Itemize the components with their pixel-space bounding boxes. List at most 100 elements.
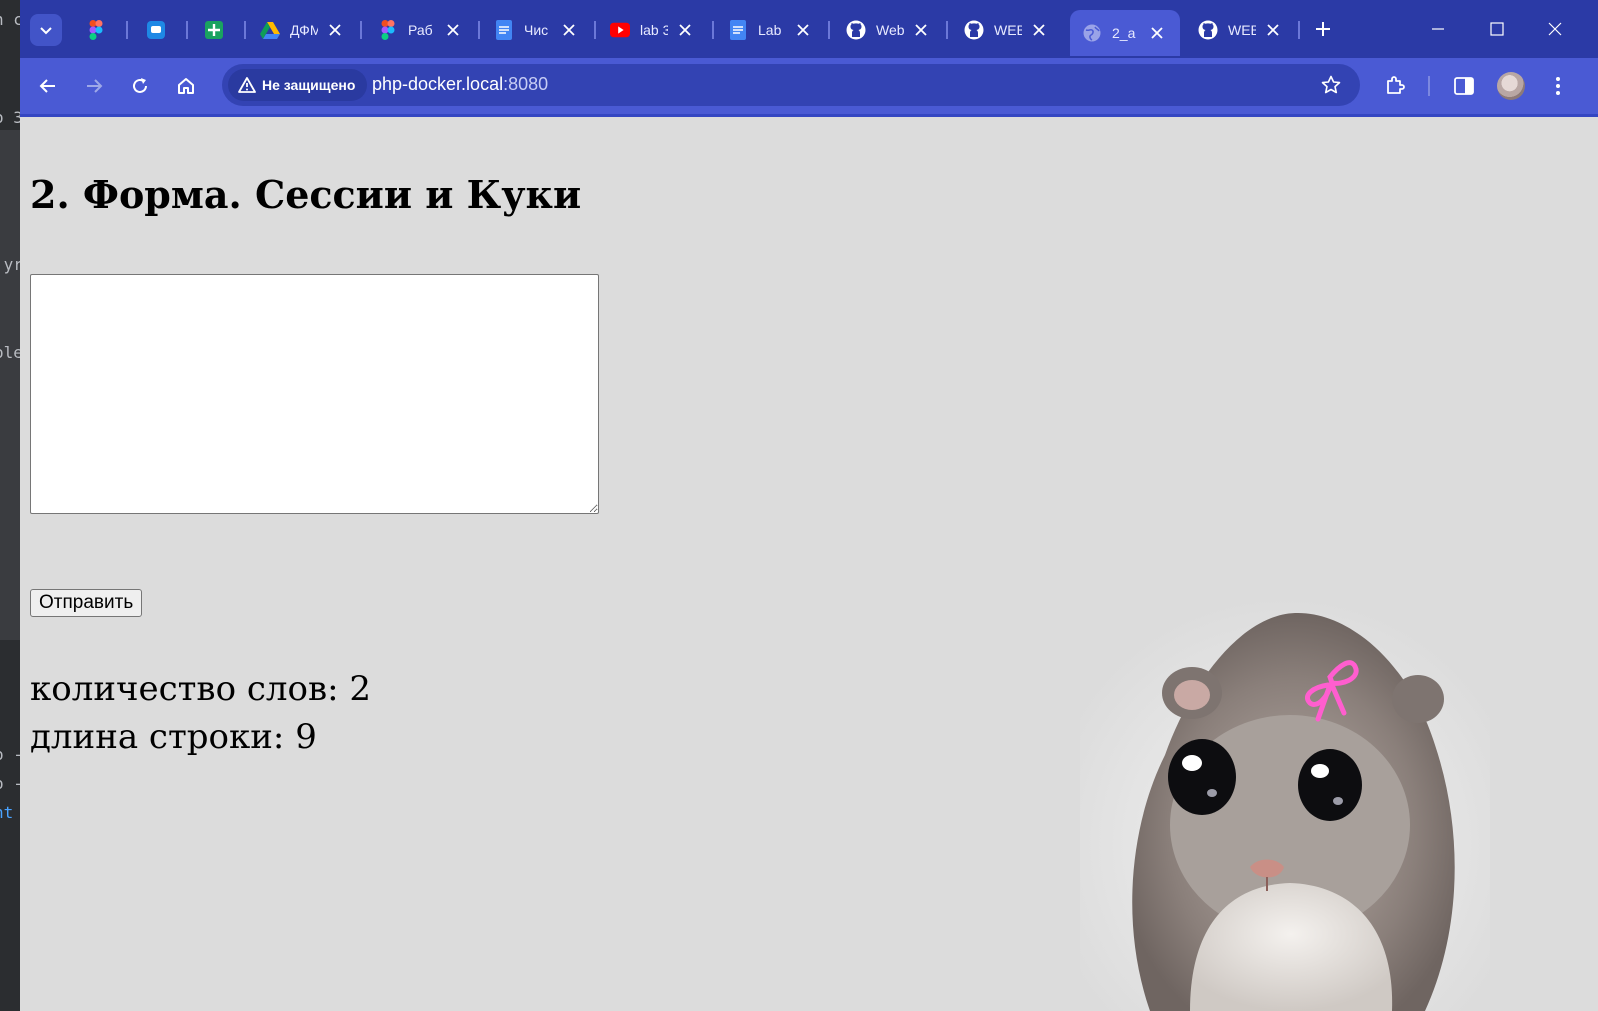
tab-figma[interactable] <box>86 12 116 48</box>
side-panel-button[interactable] <box>1448 70 1480 102</box>
tab-label: ДФМ <box>290 22 318 38</box>
google-docs-icon <box>728 20 748 40</box>
background-ide-window: h c o 3 .yr ole o - o - nt <box>0 0 20 1011</box>
menu-button[interactable] <box>1542 70 1574 102</box>
security-indicator[interactable]: Не защищено <box>228 69 368 101</box>
ide-code-fragment: o - <box>0 774 20 793</box>
puzzle-icon <box>1387 76 1405 94</box>
close-icon[interactable] <box>912 21 930 39</box>
close-icon[interactable] <box>1148 24 1166 42</box>
ide-panel <box>0 130 20 640</box>
tab-separator <box>946 21 948 39</box>
close-icon[interactable] <box>794 21 812 39</box>
profile-avatar[interactable] <box>1497 72 1525 100</box>
tab-chat[interactable] <box>146 12 176 48</box>
tab-separator <box>828 21 830 39</box>
tab-label: WEB <box>1228 22 1256 38</box>
tab-google-sheets[interactable] <box>204 12 234 48</box>
home-button[interactable] <box>170 70 202 102</box>
close-icon <box>1548 22 1562 36</box>
home-icon <box>178 78 194 94</box>
tab-active-page[interactable]: 2_a <box>1070 10 1180 56</box>
security-label: Не защищено <box>262 77 356 93</box>
tab-separator <box>1298 21 1300 39</box>
tab-figma-work[interactable]: Раб <box>378 12 462 48</box>
close-icon[interactable] <box>676 21 694 39</box>
new-tab-button[interactable] <box>1310 16 1336 42</box>
figma-icon <box>86 20 106 40</box>
github-icon <box>1198 20 1218 40</box>
tab-strip: ДФМ Раб Чис lab 3 Lab Web WEB 2_a WEB <box>20 0 1598 58</box>
close-icon[interactable] <box>326 21 344 39</box>
chat-icon <box>146 20 166 40</box>
bookmark-button[interactable] <box>1318 72 1344 98</box>
tab-search-button[interactable] <box>30 14 62 46</box>
tab-label: Lab <box>758 22 782 38</box>
plus-icon <box>1316 22 1330 36</box>
youtube-icon <box>610 20 630 40</box>
text-input[interactable] <box>30 274 599 514</box>
string-length-text: длина строки: 9 <box>30 717 317 757</box>
close-icon[interactable] <box>1030 21 1048 39</box>
tab-github-web[interactable]: Web <box>846 12 930 48</box>
google-drive-icon <box>260 20 280 40</box>
toolbar-separator <box>1428 76 1430 96</box>
ide-code-fragment: nt <box>0 803 14 822</box>
browser-window: ДФМ Раб Чис lab 3 Lab Web WEB 2_a WEB Не… <box>20 0 1598 1011</box>
github-icon <box>964 20 984 40</box>
url-host: php-docker.local <box>372 74 504 94</box>
side-panel-icon <box>1454 77 1474 95</box>
back-button[interactable] <box>32 70 64 102</box>
tab-label: Чис <box>524 22 549 38</box>
submit-button[interactable]: Отправить <box>30 589 143 617</box>
tab-separator <box>126 21 128 39</box>
page-title: 2. Форма. Сессии и Куки <box>30 172 582 217</box>
close-icon[interactable] <box>1264 21 1282 39</box>
url-text[interactable]: php-docker.local:8080 <box>372 74 548 95</box>
github-icon <box>846 20 866 40</box>
arrow-right-icon <box>87 79 103 93</box>
close-window-button[interactable] <box>1540 14 1570 44</box>
ide-code-fragment: .yr <box>0 255 20 274</box>
word-count-text: количество слов: 2 <box>30 669 371 709</box>
minimize-button[interactable] <box>1423 14 1453 44</box>
chevron-down-icon <box>40 27 52 35</box>
tab-separator <box>478 21 480 39</box>
tab-separator <box>360 21 362 39</box>
close-icon[interactable] <box>560 21 578 39</box>
warning-icon <box>238 77 256 93</box>
hamster-image <box>1080 595 1490 1011</box>
google-docs-icon <box>494 20 514 40</box>
url-port: :8080 <box>503 74 549 94</box>
google-sheets-icon <box>204 20 224 40</box>
more-vertical-icon <box>1556 77 1560 95</box>
close-icon[interactable] <box>444 21 462 39</box>
tab-label: Web <box>876 22 904 38</box>
ide-code-fragment: o - <box>0 745 20 764</box>
tab-label: Раб <box>408 22 433 38</box>
figma-icon <box>378 20 398 40</box>
maximize-icon <box>1490 22 1504 36</box>
tab-google-drive[interactable]: ДФМ <box>260 12 344 48</box>
tab-google-docs[interactable]: Чис <box>494 12 578 48</box>
tab-label: 2_a <box>1112 25 1136 41</box>
page-content: 2. Форма. Сессии и Куки Отправить количе… <box>20 117 1598 1011</box>
tab-github-web-3[interactable]: WEB <box>1198 12 1282 48</box>
tab-separator <box>244 21 246 39</box>
minimize-icon <box>1432 28 1444 30</box>
tab-separator <box>186 21 188 39</box>
tab-github-web-2[interactable]: WEB <box>964 12 1048 48</box>
reload-icon <box>133 78 147 93</box>
tab-label: lab 3 <box>640 22 668 38</box>
star-icon <box>1321 75 1341 94</box>
maximize-button[interactable] <box>1482 14 1512 44</box>
extensions-button[interactable] <box>1379 70 1411 102</box>
tab-youtube[interactable]: lab 3 <box>610 12 694 48</box>
arrow-left-icon <box>39 79 55 93</box>
ide-code-fragment: h c <box>0 10 20 29</box>
address-bar[interactable]: Не защищено php-docker.local:8080 <box>222 64 1360 106</box>
forward-button[interactable] <box>78 70 110 102</box>
reload-button[interactable] <box>124 70 156 102</box>
tab-google-docs-lab[interactable]: Lab <box>728 12 812 48</box>
browser-toolbar: Не защищено php-docker.local:8080 <box>20 58 1598 117</box>
